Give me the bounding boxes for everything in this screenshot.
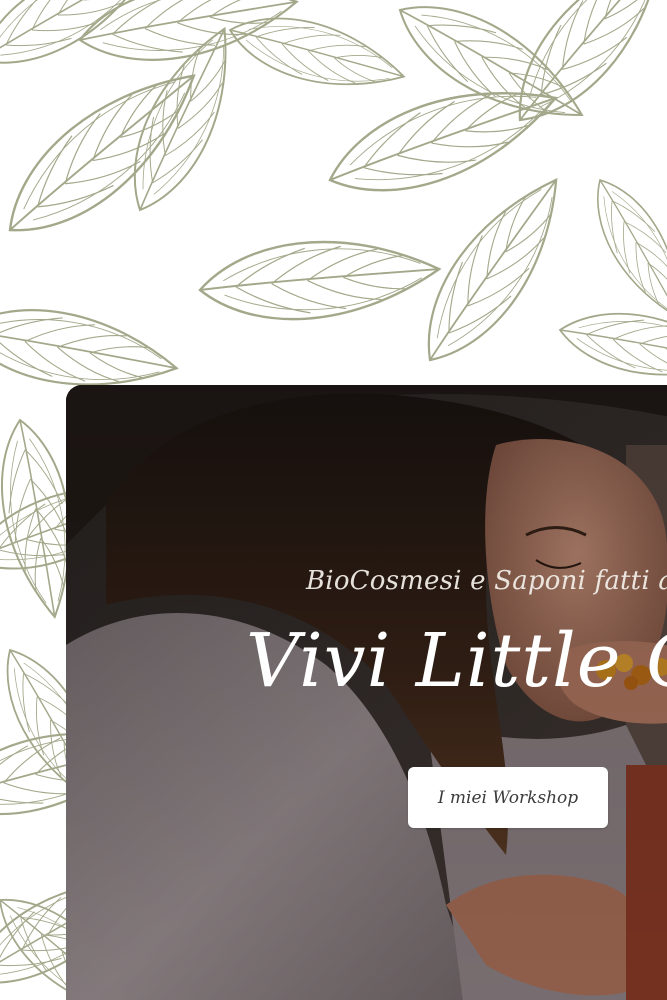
hero-subtitle: BioCosmesi e Saponi fatti a mano bbox=[306, 566, 667, 596]
workshop-button[interactable]: I miei Workshop bbox=[408, 767, 608, 828]
page: BioCosmesi e Saponi fatti a mano Vivi Li… bbox=[0, 0, 667, 1000]
hero-title: Vivi Little Green bbox=[246, 618, 667, 704]
